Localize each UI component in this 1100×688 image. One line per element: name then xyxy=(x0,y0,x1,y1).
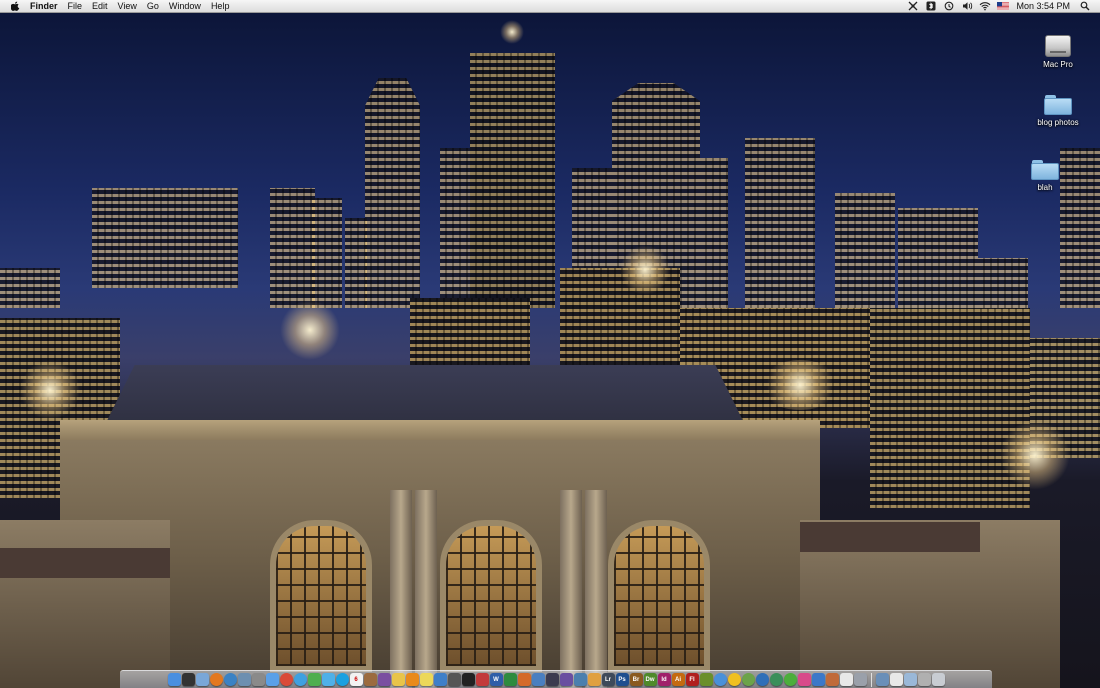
applications-stack-icon[interactable] xyxy=(875,673,889,686)
time-machine-icon[interactable] xyxy=(769,673,783,686)
indesign-icon[interactable]: Id xyxy=(657,673,671,686)
bridge-icon[interactable]: Br xyxy=(629,673,643,686)
dock: 6 W Lr Ps Br Dw Id Ai Fl xyxy=(120,670,992,688)
spotify-icon[interactable] xyxy=(741,673,755,686)
folder-icon xyxy=(1031,160,1059,180)
safari-icon[interactable] xyxy=(223,673,237,686)
quicktime-icon[interactable] xyxy=(713,673,727,686)
desktop-icon-label: blah xyxy=(1037,183,1053,192)
pictures-stack-icon[interactable] xyxy=(917,673,931,686)
desktop-wallpaper xyxy=(0,0,1100,688)
garageband-icon[interactable] xyxy=(587,673,601,686)
volume-icon[interactable] xyxy=(958,0,976,12)
calendar-icon[interactable]: 6 xyxy=(349,673,363,686)
ftp-icon[interactable] xyxy=(825,673,839,686)
desktop-icon-blog-photos[interactable]: blog photos xyxy=(1018,95,1098,127)
utorrent-icon[interactable] xyxy=(783,673,797,686)
finder-icon[interactable] xyxy=(167,673,181,686)
dock-apps: 6 W Lr Ps Br Dw Id Ai Fl xyxy=(167,673,867,686)
terminal-icon[interactable] xyxy=(461,673,475,686)
menu-view[interactable]: View xyxy=(113,0,142,12)
hard-drive-icon xyxy=(1045,35,1071,57)
desktop-icon-blah[interactable]: blah xyxy=(1005,160,1085,192)
ichat-icon[interactable] xyxy=(293,673,307,686)
bluetooth-app-icon[interactable] xyxy=(922,0,940,12)
menu-bar: Finder File Edit View Go Window Help Mon… xyxy=(0,0,1100,13)
firefox-icon[interactable] xyxy=(209,673,223,686)
us-flag-icon[interactable] xyxy=(994,0,1012,12)
preview-icon[interactable] xyxy=(237,673,251,686)
fireworks-icon[interactable] xyxy=(699,673,713,686)
iphoto-icon[interactable] xyxy=(573,673,587,686)
notes-icon[interactable] xyxy=(391,673,405,686)
menu-edit[interactable]: Edit xyxy=(87,0,113,12)
mail-icon[interactable] xyxy=(195,673,209,686)
chrome-icon[interactable] xyxy=(279,673,293,686)
trash-icon[interactable] xyxy=(931,673,945,686)
menu-file[interactable]: File xyxy=(63,0,88,12)
word-icon[interactable]: W xyxy=(489,673,503,686)
desktop-icon-label: blog photos xyxy=(1037,118,1079,127)
desktop-icon-mac-pro[interactable]: Mac Pro xyxy=(1018,35,1098,69)
camera-icon[interactable] xyxy=(545,673,559,686)
dashboard-icon[interactable] xyxy=(181,673,195,686)
documents-stack-icon[interactable] xyxy=(889,673,903,686)
menu-go[interactable]: Go xyxy=(142,0,164,12)
apple-menu-icon[interactable] xyxy=(10,1,20,11)
skype-icon[interactable] xyxy=(335,673,349,686)
excel-icon[interactable] xyxy=(503,673,517,686)
downloads-stack-icon[interactable] xyxy=(903,673,917,686)
dock-stacks xyxy=(875,673,945,686)
vlc-icon[interactable] xyxy=(405,673,419,686)
menu-finder[interactable]: Finder xyxy=(30,0,63,12)
desktop-icon-label: Mac Pro xyxy=(1043,60,1073,69)
photo-booth-icon[interactable] xyxy=(475,673,489,686)
illustrator-icon[interactable]: Ai xyxy=(671,673,685,686)
textmate-icon[interactable] xyxy=(377,673,391,686)
photoshop-icon[interactable]: Ps xyxy=(615,673,629,686)
system-preferences-icon[interactable] xyxy=(251,673,265,686)
dock-separator xyxy=(870,672,872,687)
app-store-icon[interactable] xyxy=(811,673,825,686)
adium-icon[interactable] xyxy=(307,673,321,686)
smiley-icon[interactable] xyxy=(727,673,741,686)
address-book-icon[interactable] xyxy=(363,673,377,686)
imovie-icon[interactable] xyxy=(559,673,573,686)
arrow-icon[interactable] xyxy=(853,673,867,686)
spotlight-search-icon[interactable] xyxy=(1076,0,1094,12)
wifi-icon[interactable] xyxy=(976,0,994,12)
network-icon[interactable] xyxy=(433,673,447,686)
entourage-icon[interactable] xyxy=(531,673,545,686)
picasa-icon[interactable] xyxy=(797,673,811,686)
menu-help[interactable]: Help xyxy=(206,0,235,12)
time-machine-icon[interactable] xyxy=(940,0,958,12)
lightroom-icon[interactable]: Lr xyxy=(601,673,615,686)
flash-icon[interactable]: Fl xyxy=(685,673,699,686)
twitter-icon[interactable] xyxy=(321,673,335,686)
powerpoint-icon[interactable] xyxy=(517,673,531,686)
dreamweaver-icon[interactable]: Dw xyxy=(643,673,657,686)
itunes-icon[interactable] xyxy=(265,673,279,686)
menu-window[interactable]: Window xyxy=(164,0,206,12)
folder-icon xyxy=(1044,95,1072,115)
stickies-icon[interactable] xyxy=(419,673,433,686)
textedit-icon[interactable] xyxy=(839,673,853,686)
globe-icon[interactable] xyxy=(755,673,769,686)
menu-clock[interactable]: Mon 3:54 PM xyxy=(1012,0,1076,12)
spaces-icon[interactable] xyxy=(904,0,922,12)
activity-monitor-icon[interactable] xyxy=(447,673,461,686)
